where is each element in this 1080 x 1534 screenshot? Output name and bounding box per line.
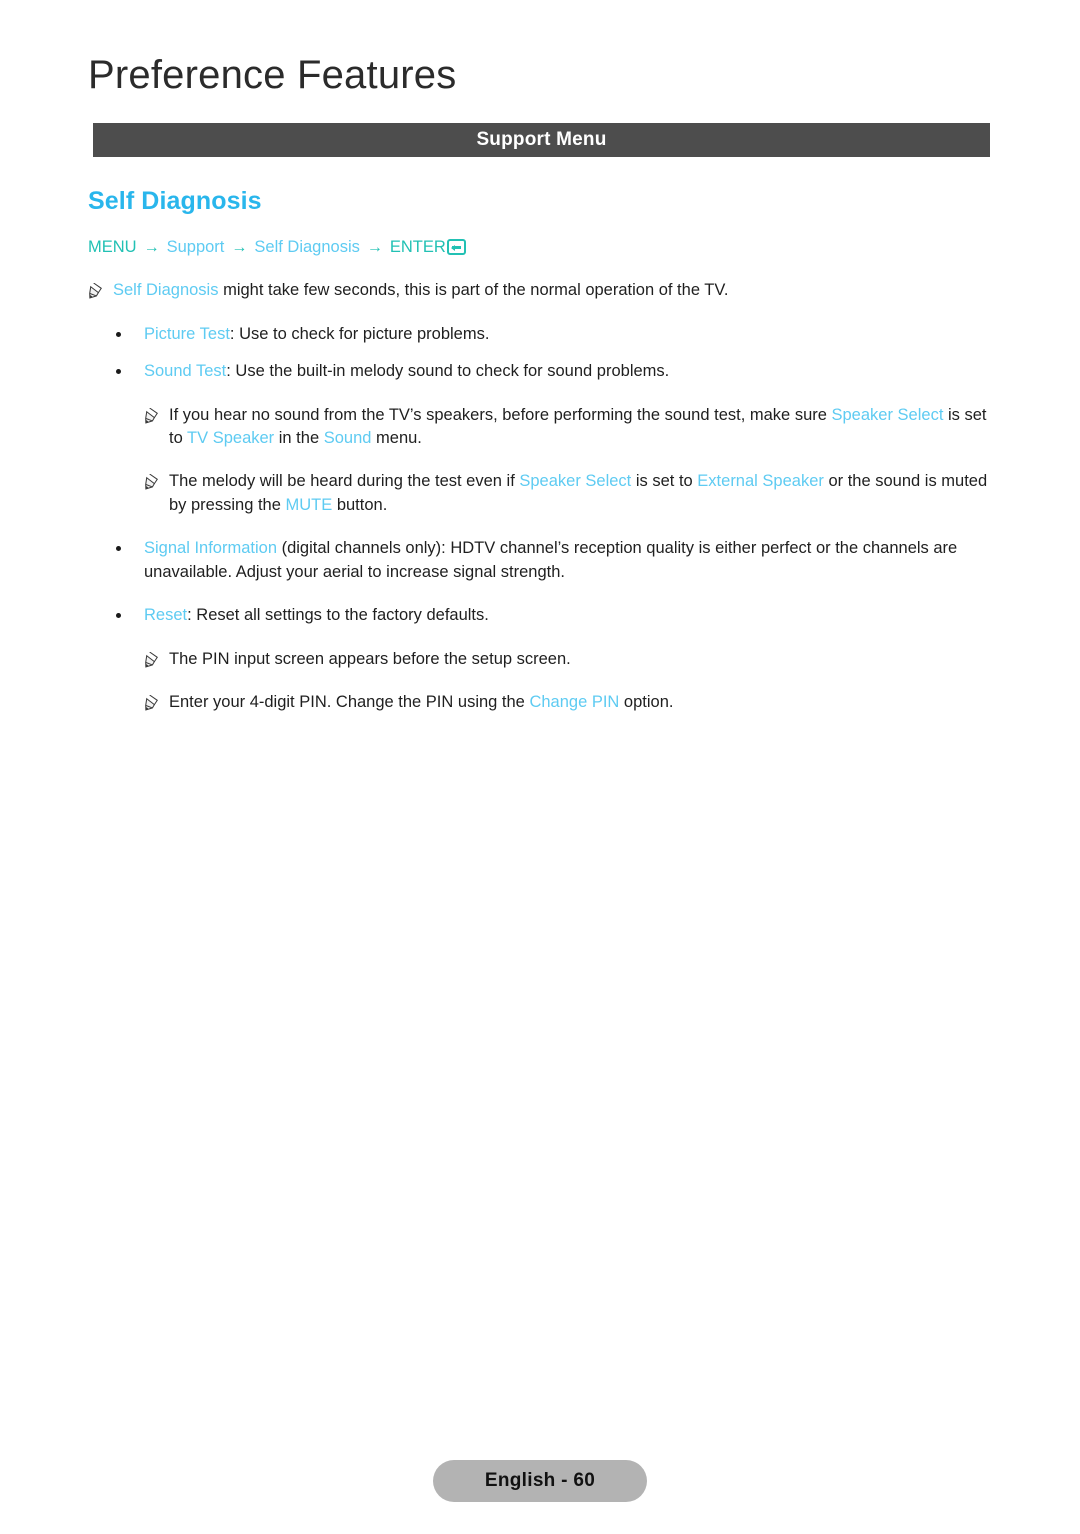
note-highlight: External Speaker — [697, 472, 824, 491]
note-text: Self Diagnosis might take few seconds, t… — [113, 279, 996, 302]
list-item: Sound Test: Use the built-in melody soun… — [116, 360, 996, 383]
note-highlight: Speaker Select — [831, 405, 944, 424]
note-body: If you hear no sound from the TV’s speak… — [169, 405, 832, 424]
breadcrumb-self-diagnosis: Self Diagnosis — [254, 237, 360, 256]
breadcrumb-enter: ENTER — [389, 237, 446, 256]
list-item-text: Reset: Reset all settings to the factory… — [144, 604, 996, 627]
list-item-text: Picture Test: Use to check for picture p… — [144, 323, 996, 346]
enter-key-icon — [446, 239, 466, 256]
list-item-body: : Use to check for picture problems. — [229, 324, 490, 343]
content-column: Self Diagnosis MENU → Support → Self Dia… — [88, 187, 996, 728]
page-title: Preference Features — [88, 53, 457, 97]
note-body: The melody will be heard during the test… — [169, 472, 520, 491]
list-item: Signal Information (digital channels onl… — [116, 537, 996, 584]
breadcrumb-arrow-2: → — [231, 238, 248, 256]
page-footer: English - 60 — [0, 1460, 1080, 1502]
note-text: The melody will be heard during the test… — [169, 470, 996, 517]
list-item-text: Signal Information (digital channels onl… — [144, 537, 996, 584]
list-item-highlight: Sound Test — [144, 362, 227, 381]
section-header-label: Support Menu — [476, 129, 607, 150]
list-item-highlight: Picture Test — [144, 324, 230, 343]
note-body: menu. — [371, 428, 422, 447]
breadcrumb-support: Support — [166, 237, 225, 256]
bullet-dot-icon — [116, 613, 121, 619]
bullet-dot-icon — [116, 546, 121, 552]
breadcrumb-arrow-3: → — [366, 238, 383, 256]
pencil-icon — [145, 651, 158, 668]
manual-page: Preference Features Support Menu Self Di… — [0, 0, 1080, 1534]
list-item: Picture Test: Use to check for picture p… — [116, 323, 996, 346]
pencil-icon — [145, 694, 158, 711]
note-highlight: Speaker Select — [519, 472, 632, 491]
note-body: is set to — [631, 472, 698, 491]
note-highlight: TV Speaker — [187, 428, 275, 447]
section-header-bar: Support Menu — [93, 123, 990, 157]
note-item: If you hear no sound from the TV’s speak… — [144, 404, 996, 451]
note-item: Enter your 4-digit PIN. Change the PIN u… — [144, 691, 996, 714]
note-body: option. — [619, 692, 674, 711]
bullet-dot-icon — [116, 331, 121, 337]
bullet-dot-icon — [116, 369, 121, 375]
note-item: The PIN input screen appears before the … — [144, 648, 996, 671]
note-text: Enter your 4-digit PIN. Change the PIN u… — [169, 691, 996, 714]
topic-heading: Self Diagnosis — [88, 187, 262, 215]
list-item: Reset: Reset all settings to the factory… — [116, 604, 996, 627]
pencil-icon — [145, 407, 158, 424]
pencil-icon — [145, 474, 158, 491]
list-item-highlight: Signal Information — [144, 539, 277, 558]
note-item: The melody will be heard during the test… — [144, 470, 996, 517]
breadcrumb: MENU → Support → Self Diagnosis → ENTER — [88, 238, 996, 258]
note-text: The PIN input screen appears before the … — [169, 649, 571, 668]
note-item: Self Diagnosis might take few seconds, t… — [88, 279, 996, 302]
note-highlight: Sound — [323, 428, 372, 447]
list-item-text: Sound Test: Use the built-in melody soun… — [144, 360, 996, 383]
note-body: Enter your 4-digit PIN. Change the PIN u… — [169, 692, 530, 711]
note-highlight: Self Diagnosis — [113, 281, 219, 300]
note-body: button. — [332, 495, 388, 514]
note-body: might take few seconds, this is part of … — [218, 281, 729, 300]
note-text: If you hear no sound from the TV’s speak… — [169, 404, 996, 451]
pencil-icon — [89, 283, 102, 299]
note-highlight: MUTE — [285, 495, 333, 514]
page-number-badge: English - 60 — [432, 1460, 648, 1502]
list-item-body: : Use the built-in melody sound to check… — [226, 362, 670, 381]
note-body: in the — [274, 428, 324, 447]
list-item-body: : Reset all settings to the factory defa… — [187, 606, 489, 625]
note-highlight: Change PIN — [529, 692, 620, 711]
list-item-highlight: Reset — [144, 606, 188, 625]
breadcrumb-arrow-1: → — [143, 238, 160, 256]
breadcrumb-menu: MENU — [88, 237, 137, 256]
